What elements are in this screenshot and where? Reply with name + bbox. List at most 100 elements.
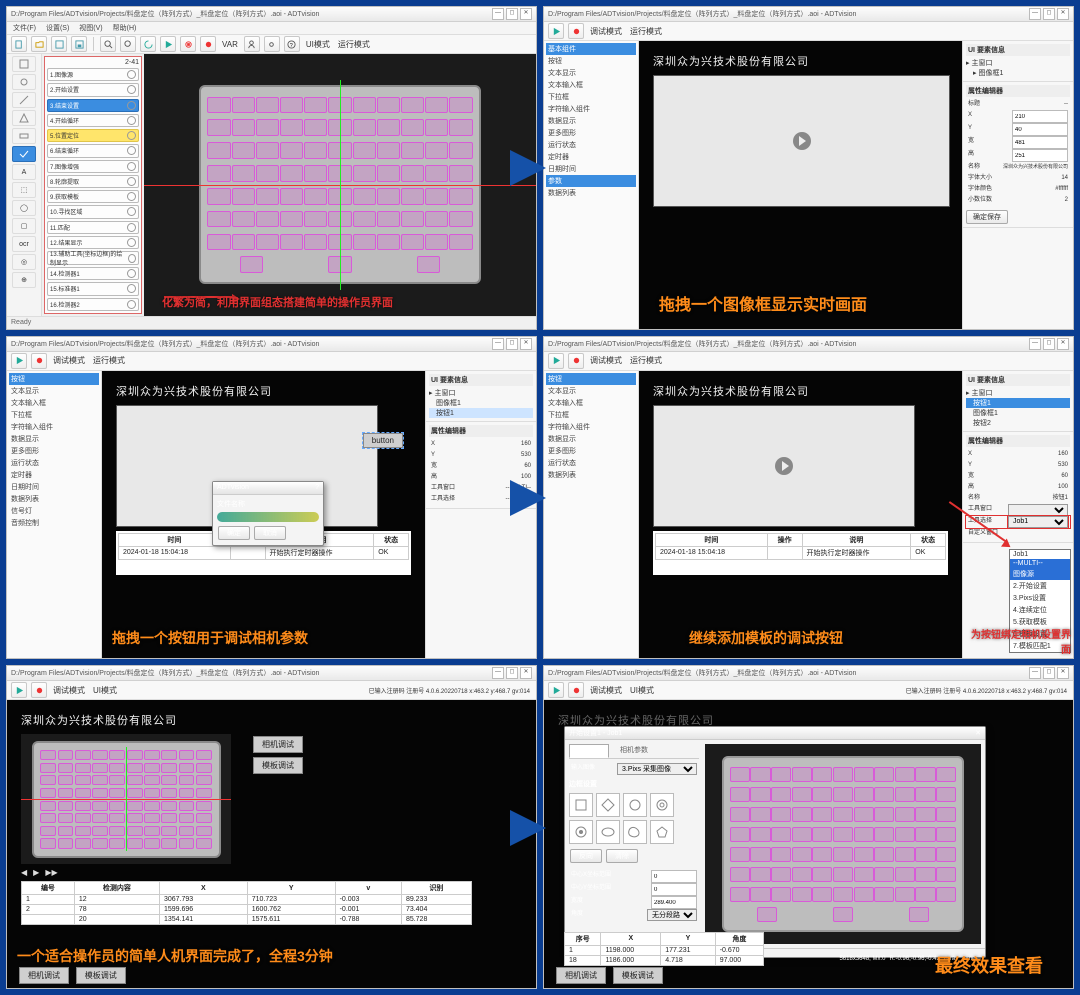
- user-icon[interactable]: [244, 36, 260, 52]
- side-item[interactable]: ⬚: [12, 182, 36, 198]
- step-item[interactable]: 8.轮廓提取: [47, 175, 139, 188]
- run-mode-button[interactable]: 运行模式: [336, 39, 372, 50]
- side-item-selected[interactable]: [12, 146, 36, 162]
- prop-y-input[interactable]: [1012, 123, 1068, 136]
- max-button[interactable]: ◻: [506, 8, 518, 20]
- camera-debug-button[interactable]: 相机调试: [19, 967, 69, 984]
- step-item[interactable]: 6.结束循环: [47, 144, 139, 157]
- record-icon[interactable]: [200, 36, 216, 52]
- button-widget-selected[interactable]: button: [363, 433, 403, 448]
- min-button[interactable]: —: [1029, 8, 1041, 20]
- step-item[interactable]: 16.检测器2: [47, 298, 139, 311]
- tree-node[interactable]: 下拉框: [546, 91, 636, 103]
- template-debug-button[interactable]: 模板调试: [76, 967, 126, 984]
- hmi-designer[interactable]: 深圳众为兴技术股份有限公司 button ADTvision? 文件名称 确定 …: [102, 371, 425, 659]
- step-item[interactable]: 9.获取模板: [47, 190, 139, 203]
- clear-button[interactable]: 清除: [606, 849, 638, 863]
- tree-node-selected[interactable]: 参数: [546, 175, 636, 187]
- side-item[interactable]: ◯: [12, 200, 36, 216]
- shape-polygon-icon[interactable]: [650, 820, 674, 844]
- image-viewer[interactable]: [21, 734, 231, 864]
- dialog-ok-button[interactable]: 确定: [218, 526, 250, 540]
- side-item[interactable]: [12, 74, 36, 90]
- record-icon[interactable]: [568, 682, 584, 698]
- step-item[interactable]: 11.匹配: [47, 221, 139, 234]
- hmi-designer[interactable]: 深圳众为兴技术股份有限公司 拖拽一个图像框显示实时画面: [639, 41, 962, 329]
- step-item[interactable]: 12.结果显示: [47, 236, 139, 249]
- step-item[interactable]: 4.开始循环: [47, 114, 139, 127]
- new-icon[interactable]: [11, 36, 27, 52]
- param-w-input[interactable]: [651, 896, 697, 909]
- record-icon[interactable]: [31, 353, 47, 369]
- ui-mode-button[interactable]: UI模式: [304, 39, 332, 50]
- prop-x-input[interactable]: [1012, 110, 1068, 123]
- play-icon[interactable]: [11, 353, 27, 369]
- tab-camera[interactable]: 相机参数: [615, 744, 653, 758]
- invert-button[interactable]: 反向: [570, 849, 602, 863]
- menu-view[interactable]: 视图(V): [79, 23, 102, 33]
- max-button[interactable]: ◻: [1043, 8, 1055, 20]
- shape-ring-icon[interactable]: [650, 793, 674, 817]
- input-source-select[interactable]: 3.Pixs 采集图像: [617, 763, 697, 775]
- record-icon[interactable]: [31, 682, 47, 698]
- zoom-out-icon[interactable]: [120, 36, 136, 52]
- tree-node[interactable]: 文本输入框: [546, 79, 636, 91]
- play-icon[interactable]: [548, 682, 564, 698]
- tree-node[interactable]: 日期时间: [546, 163, 636, 175]
- outline-item[interactable]: ▸ 主窗口: [966, 58, 1070, 68]
- dialog-image-viewer[interactable]: [705, 744, 981, 944]
- tree-node[interactable]: 定时器: [546, 151, 636, 163]
- close-button[interactable]: ✕: [1057, 8, 1069, 20]
- play-icon[interactable]: [11, 682, 27, 698]
- play-icon[interactable]: [548, 353, 564, 369]
- prop-w-input[interactable]: [1012, 136, 1068, 149]
- var-button[interactable]: VAR: [220, 40, 240, 49]
- prev-icon[interactable]: ◀: [21, 868, 27, 877]
- menu-help[interactable]: 帮助(H): [113, 23, 137, 33]
- tool-select[interactable]: Job1: [1008, 516, 1068, 528]
- prop-h-input[interactable]: [1012, 149, 1068, 162]
- side-item[interactable]: ⊕: [12, 272, 36, 288]
- image-viewer[interactable]: 化繁为简，利用界面组态搭建简单的操作员界面: [144, 54, 536, 316]
- zoom-in-icon[interactable]: [100, 36, 116, 52]
- tab-trigger[interactable]: 触发设置: [569, 744, 609, 758]
- param-cy-input[interactable]: [651, 883, 697, 896]
- step-item-highlighted[interactable]: 5.位置定位: [47, 129, 139, 142]
- debug-mode-button[interactable]: 调试模式: [588, 26, 624, 37]
- image-frame[interactable]: [653, 75, 950, 207]
- step-item[interactable]: 15.标准器1: [47, 282, 139, 295]
- template-debug-button[interactable]: 模板调试: [253, 757, 303, 774]
- step-item[interactable]: 14.检测器1: [47, 267, 139, 280]
- record-icon[interactable]: [568, 353, 584, 369]
- next-icon[interactable]: ▶▶: [45, 868, 57, 877]
- help-icon[interactable]: ?: [284, 36, 300, 52]
- play-icon[interactable]: [548, 23, 564, 39]
- side-item[interactable]: ▢: [12, 218, 36, 234]
- play-icon[interactable]: [160, 36, 176, 52]
- step-item-selected[interactable]: 3.结束设置: [47, 99, 139, 112]
- side-item[interactable]: ocr: [12, 236, 36, 252]
- min-button[interactable]: —: [492, 8, 504, 20]
- step-item[interactable]: 13.辅助工具(坐标边框)的绘制显示: [47, 251, 139, 265]
- save-as-icon[interactable]: [71, 36, 87, 52]
- template-debug-button[interactable]: 模板调试: [613, 967, 663, 984]
- tree-node[interactable]: 运行状态: [546, 139, 636, 151]
- tree-node[interactable]: 按钮: [546, 55, 636, 67]
- shape-ellipse-icon[interactable]: [596, 820, 620, 844]
- camera-debug-button[interactable]: 相机调试: [253, 736, 303, 753]
- play-icon[interactable]: ▶: [33, 868, 39, 877]
- tree-node-selected[interactable]: 基本组件: [546, 43, 636, 55]
- run-mode-button[interactable]: 运行模式: [628, 26, 664, 37]
- slider[interactable]: [217, 512, 319, 522]
- shape-rect-icon[interactable]: [569, 793, 593, 817]
- tree-node[interactable]: 数据显示: [546, 115, 636, 127]
- side-item[interactable]: [12, 110, 36, 126]
- shape-diamond-icon[interactable]: [596, 793, 620, 817]
- dialog-cancel-button[interactable]: 取消: [254, 526, 286, 540]
- gear-icon[interactable]: [264, 36, 280, 52]
- tree-node[interactable]: 文本显示: [546, 67, 636, 79]
- tree-node[interactable]: 字符输入组件: [546, 103, 636, 115]
- shape-circle-icon[interactable]: [623, 793, 647, 817]
- side-item[interactable]: A: [12, 164, 36, 180]
- tree-node[interactable]: 更多图形: [546, 127, 636, 139]
